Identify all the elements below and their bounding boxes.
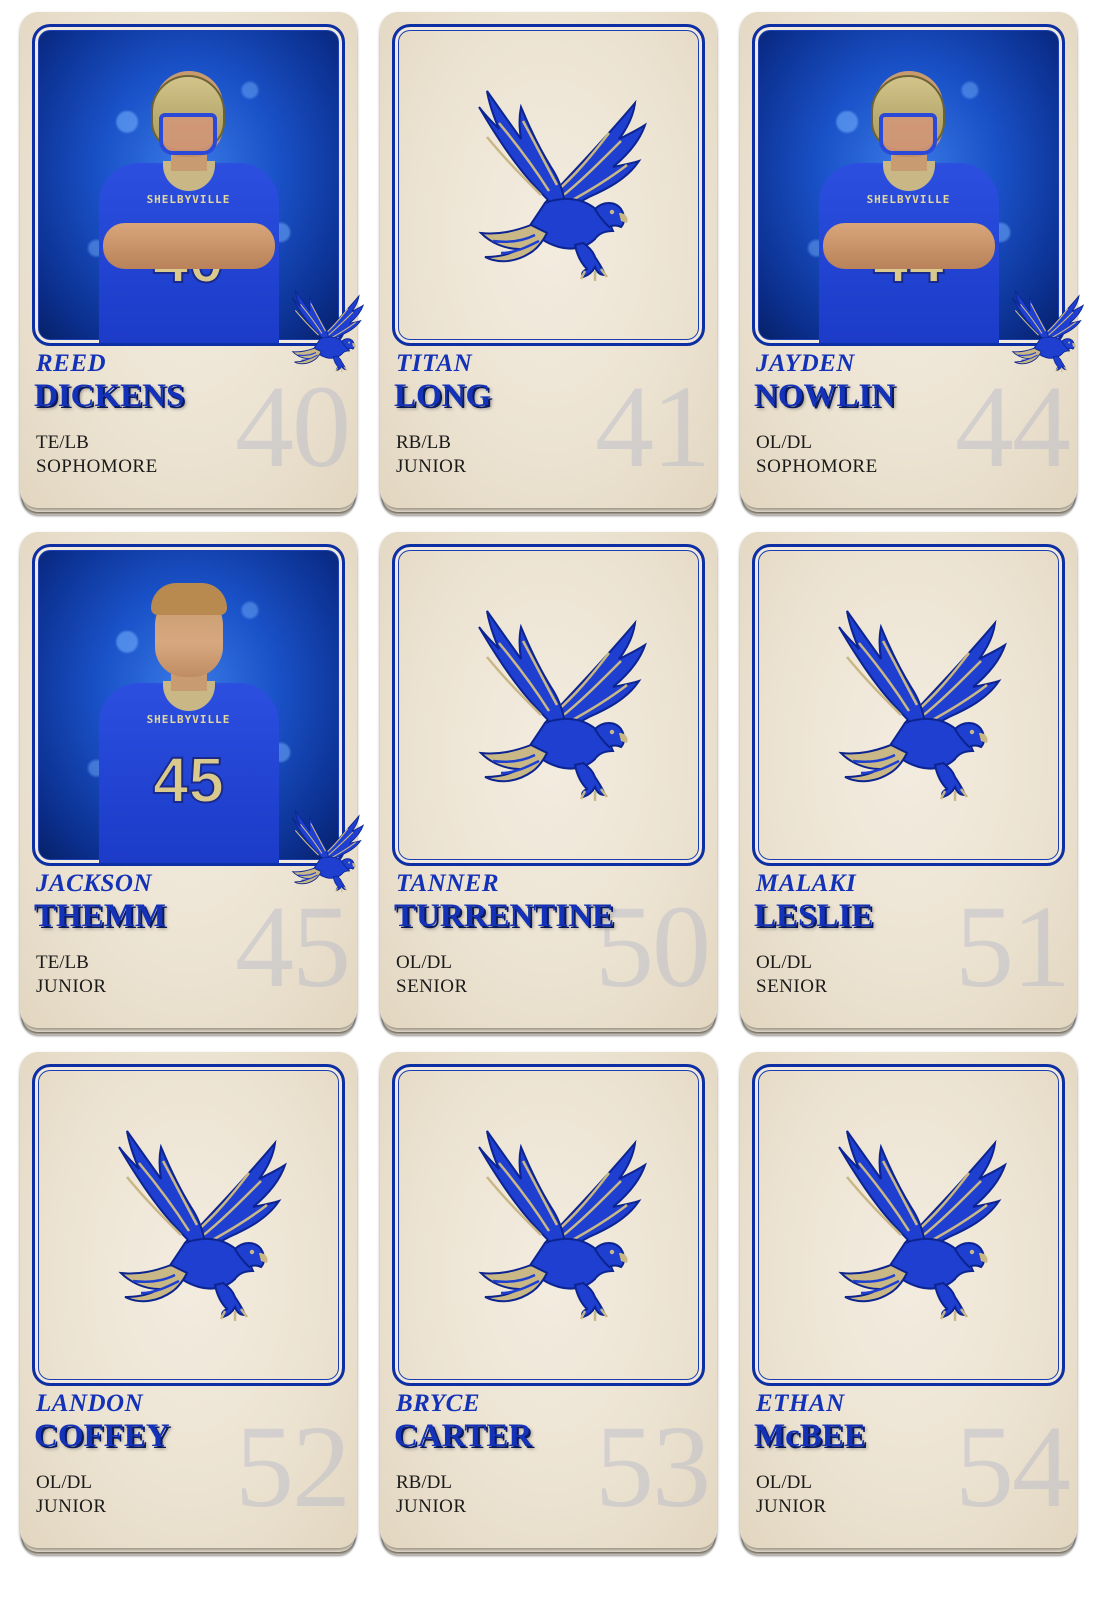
card-grid: SHELBYVILLE 40 40 REED DICKENS TE/LB SOP… [0, 0, 1119, 1613]
player-first-name: ETHAN [756, 1390, 845, 1417]
player-position: TE/LB [36, 432, 89, 453]
player-first-name: JACKSON [36, 870, 153, 897]
jersey-text: SHELBYVILLE [146, 713, 231, 726]
player-year: JUNIOR [36, 976, 107, 997]
player-year: JUNIOR [756, 1496, 827, 1517]
player-first-name: MALAKI [756, 870, 857, 897]
placeholder-frame [392, 544, 705, 866]
player-card[interactable]: SHELBYVILLE 45 45 JACKSON THEMM TE/LB JU… [20, 532, 357, 1028]
player-last-name: LONG [394, 378, 492, 414]
player-year: SENIOR [396, 976, 468, 997]
player-last-name: NOWLIN [754, 378, 896, 414]
player-figure: SHELBYVILLE 45 [89, 573, 289, 863]
jersey-text: SHELBYVILLE [866, 193, 951, 206]
player-last-name: TURRENTINE [394, 898, 615, 934]
player-last-name: DICKENS [34, 378, 185, 414]
player-card[interactable]: 41 TITAN LONG RB/LB JUNIOR [380, 12, 717, 508]
player-figure: SHELBYVILLE 44 [809, 53, 1009, 343]
player-last-name: CARTER [394, 1418, 533, 1454]
player-number: 40 [235, 361, 351, 492]
player-last-name: LESLIE [754, 898, 874, 934]
player-card[interactable]: 53 BRYCE CARTER RB/DL JUNIOR [380, 1052, 717, 1548]
placeholder-frame [392, 1064, 705, 1386]
hawk-icon [89, 1125, 289, 1325]
player-position: OL/DL [396, 952, 452, 973]
player-first-name: TITAN [396, 350, 473, 377]
player-first-name: TANNER [396, 870, 500, 897]
player-position: RB/LB [396, 432, 451, 453]
player-number: 51 [955, 881, 1071, 1012]
player-number: 53 [595, 1401, 711, 1532]
player-number: 44 [955, 361, 1071, 492]
player-last-name: McBEE [754, 1418, 866, 1454]
jersey-number: 45 [152, 743, 225, 817]
player-position: RB/DL [396, 1472, 452, 1493]
player-position: OL/DL [36, 1472, 92, 1493]
hawk-icon [449, 1125, 649, 1325]
hawk-icon [809, 605, 1009, 805]
player-position: OL/DL [756, 1472, 812, 1493]
player-card[interactable]: SHELBYVILLE 40 40 REED DICKENS TE/LB SOP… [20, 12, 357, 508]
player-card[interactable]: 50 TANNER TURRENTINE OL/DL SENIOR [380, 532, 717, 1028]
placeholder-frame [752, 1064, 1065, 1386]
player-first-name: JAYDEN [756, 350, 855, 377]
player-card[interactable]: 51 MALAKI LESLIE OL/DL SENIOR [740, 532, 1077, 1028]
player-year: SENIOR [756, 976, 828, 997]
player-figure: SHELBYVILLE 40 [89, 53, 289, 343]
player-first-name: LANDON [36, 1390, 144, 1417]
player-number: 45 [235, 881, 351, 1012]
player-position: OL/DL [756, 952, 812, 973]
player-year: JUNIOR [396, 456, 467, 477]
player-position: TE/LB [36, 952, 89, 973]
player-first-name: REED [36, 350, 107, 377]
player-last-name: THEMM [34, 898, 166, 934]
player-number: 41 [595, 361, 711, 492]
hawk-icon [449, 85, 649, 285]
player-number: 52 [235, 1401, 351, 1532]
player-card[interactable]: 52 LANDON COFFEY OL/DL JUNIOR [20, 1052, 357, 1548]
player-last-name: COFFEY [34, 1418, 170, 1454]
jersey-text: SHELBYVILLE [146, 193, 231, 206]
player-year: JUNIOR [36, 1496, 107, 1517]
player-position: OL/DL [756, 432, 812, 453]
player-number: 54 [955, 1401, 1071, 1532]
player-card[interactable]: 54 ETHAN McBEE OL/DL JUNIOR [740, 1052, 1077, 1548]
placeholder-frame [32, 1064, 345, 1386]
player-year: JUNIOR [396, 1496, 467, 1517]
player-first-name: BRYCE [396, 1390, 481, 1417]
player-year: SOPHOMORE [36, 456, 158, 477]
placeholder-frame [752, 544, 1065, 866]
player-year: SOPHOMORE [756, 456, 878, 477]
hawk-icon [809, 1125, 1009, 1325]
player-card[interactable]: SHELBYVILLE 44 44 JAYDEN NOWLIN OL/DL SO… [740, 12, 1077, 508]
placeholder-frame [392, 24, 705, 346]
hawk-icon [449, 605, 649, 805]
